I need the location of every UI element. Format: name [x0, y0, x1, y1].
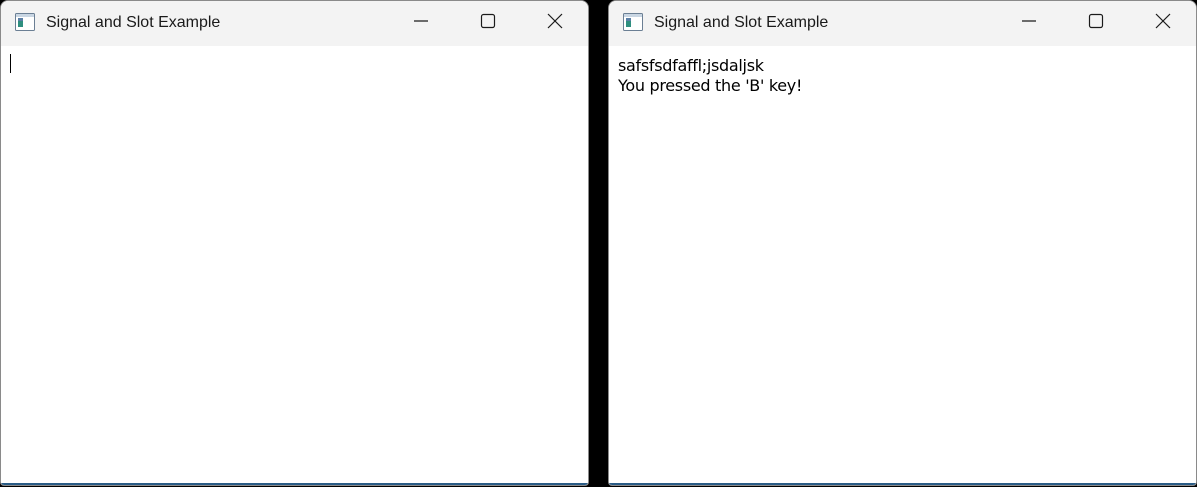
minimize-button[interactable] [1006, 1, 1052, 46]
minimize-icon [413, 13, 429, 34]
maximize-icon [1088, 13, 1104, 34]
title-bar[interactable]: Signal and Slot Example [1, 1, 588, 46]
maximize-button[interactable] [1073, 1, 1119, 46]
window-bottom-edge [1, 483, 588, 485]
close-button[interactable] [1140, 1, 1186, 46]
close-icon [547, 13, 563, 34]
text-caret [10, 54, 11, 73]
minimize-button[interactable] [398, 1, 444, 46]
close-button[interactable] [532, 1, 578, 46]
window-title: Signal and Slot Example [46, 14, 221, 31]
window-left: Signal and Slot Example [0, 0, 589, 486]
app-window-icon [15, 13, 35, 31]
window-bottom-edge [609, 483, 1196, 485]
title-bar[interactable]: Signal and Slot Example [609, 1, 1196, 46]
text-line: You pressed the 'B' key! [618, 76, 803, 95]
close-icon [1155, 13, 1171, 34]
window-right: Signal and Slot Example safsfsdfaffl;jsd… [608, 0, 1197, 486]
text-line: safsfsdfaffl;jsdaljsk [618, 56, 764, 75]
app-window-icon [623, 13, 643, 31]
maximize-button[interactable] [465, 1, 511, 46]
maximize-icon [480, 13, 496, 34]
minimize-icon [1021, 13, 1037, 34]
window-title: Signal and Slot Example [654, 14, 829, 31]
text-area[interactable]: safsfsdfaffl;jsdaljsk You pressed the 'B… [609, 46, 1196, 485]
text-area[interactable] [1, 46, 588, 485]
